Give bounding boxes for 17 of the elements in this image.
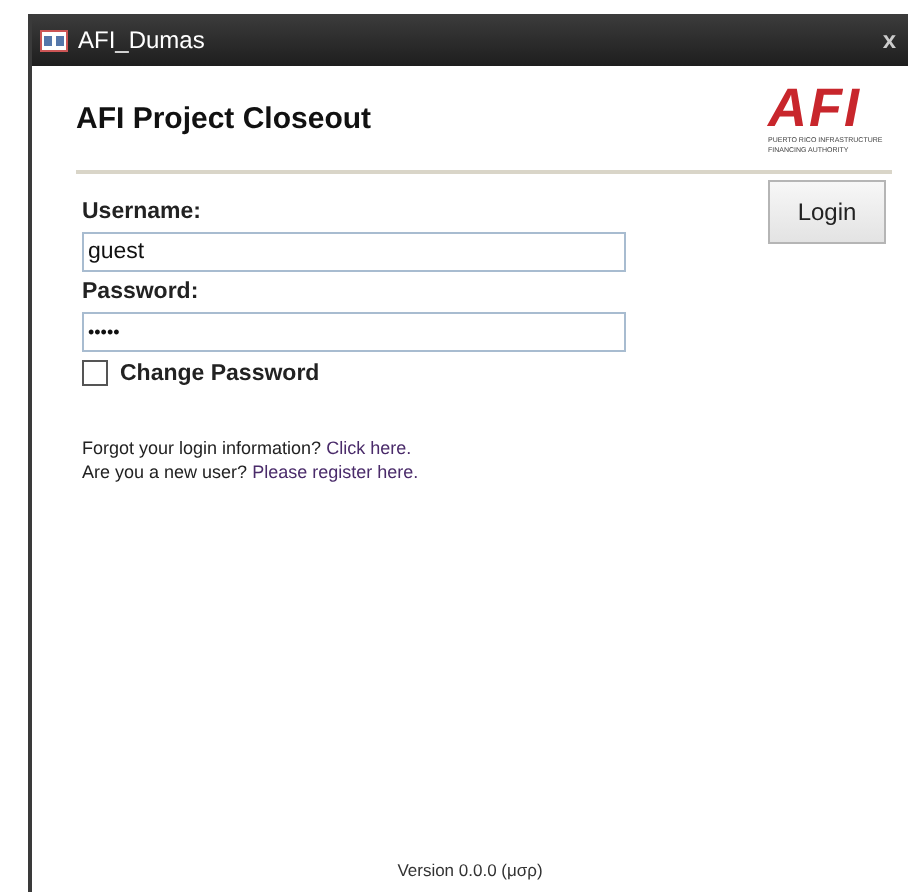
login-button[interactable]: Login	[768, 180, 886, 244]
password-label: Password:	[82, 280, 201, 304]
close-button[interactable]: x	[882, 26, 896, 54]
username-field[interactable]: guest	[82, 232, 626, 272]
password-field[interactable]: •••••	[82, 312, 626, 352]
help-text: Forgot your login information? Click here.	[82, 438, 414, 458]
help-text: Are you a new user? Please register here.	[82, 462, 421, 482]
window-title: AFI_Dumas	[78, 26, 207, 54]
checkbox[interactable]	[82, 360, 108, 386]
username-label: Username:	[82, 200, 203, 224]
logo-mark: AFI	[768, 82, 861, 137]
version-text: Version 0.0.0 (μσρ)	[397, 860, 543, 880]
checkbox-label: Change Password	[120, 361, 320, 385]
form-icon	[40, 29, 68, 51]
help-link[interactable]: Click here.	[326, 438, 412, 458]
form-title: AFI Project Closeout	[76, 101, 372, 135]
help-link[interactable]: Please register here.	[252, 462, 419, 482]
